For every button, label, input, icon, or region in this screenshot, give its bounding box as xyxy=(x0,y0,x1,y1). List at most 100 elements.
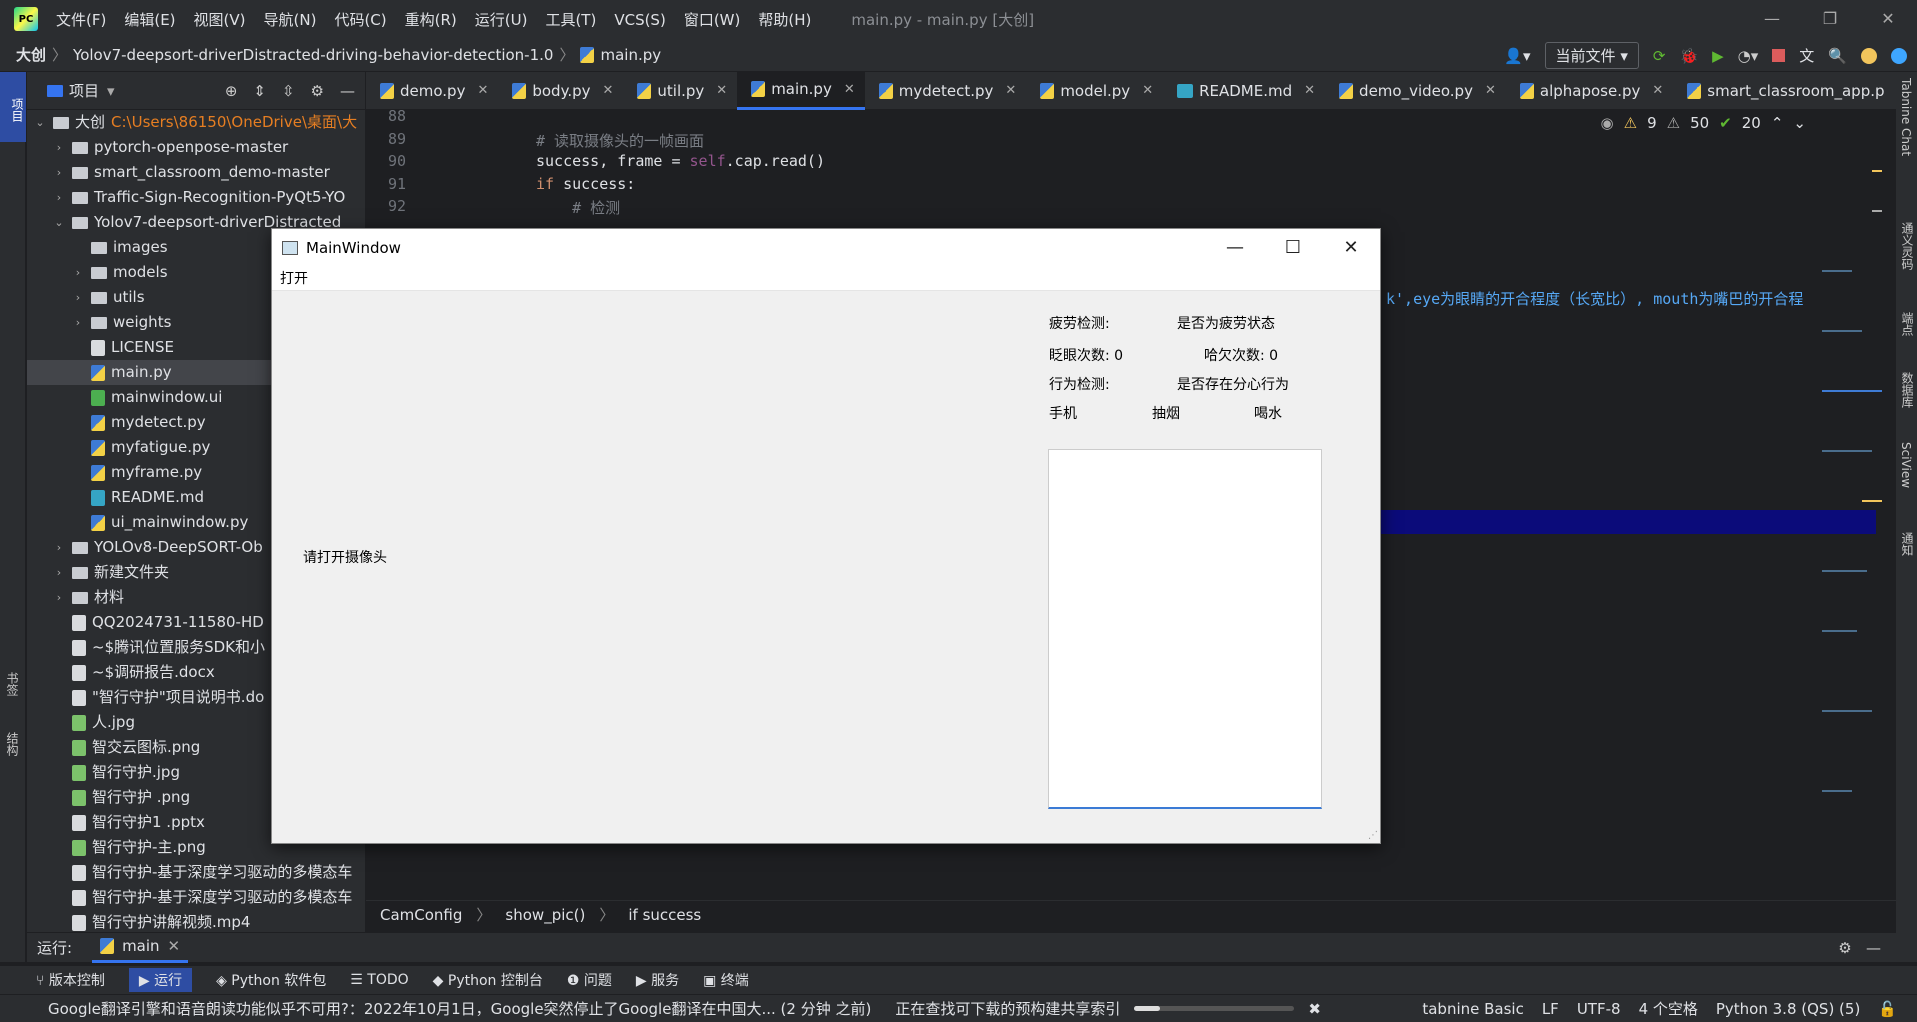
tree-item[interactable]: › Traffic-Sign-Recognition-PyQt5-YO xyxy=(27,185,365,210)
menu-item-2[interactable]: 视图(V) xyxy=(194,11,246,29)
nav-file[interactable]: main.py xyxy=(600,46,661,64)
background-task[interactable]: 正在查找可下载的预构建共享索引 xyxy=(895,998,1120,1019)
run-tab-main[interactable]: main ✕ xyxy=(92,933,189,963)
error-stripe[interactable] xyxy=(1812,150,1882,880)
minimize-icon[interactable]: — xyxy=(1206,229,1264,267)
dialog-title-bar[interactable]: MainWindow — ☐ ✕ xyxy=(272,229,1380,267)
nav-folder[interactable]: Yolov7-deepsort-driverDistracted-driving… xyxy=(73,46,553,64)
maximize-icon[interactable]: ☐ xyxy=(1264,229,1322,267)
database-button[interactable]: 数据库 xyxy=(1899,372,1916,408)
editor-tab[interactable]: model.py ✕ xyxy=(1026,72,1163,110)
inspection-widget[interactable]: ◉ ⚠ 9 ⚠ 50 ✔ 20 ⌃ ⌄ xyxy=(1601,114,1806,132)
tree-item[interactable]: › smart_classroom_demo-master xyxy=(27,160,365,185)
notifications-button[interactable]: 通知 xyxy=(1899,532,1916,556)
menu-item-0[interactable]: 文件(F) xyxy=(56,11,106,29)
chevron-right-icon[interactable]: › xyxy=(52,585,66,610)
editor-tab[interactable]: body.py ✕ xyxy=(498,72,623,110)
debug-icon[interactable]: 🐞 xyxy=(1679,47,1698,65)
endpoints-button[interactable]: 端点 xyxy=(1899,312,1916,336)
editor-tab[interactable]: util.py ✕ xyxy=(623,72,737,110)
tree-item[interactable]: ⌄ 大创 C:\Users\86150\OneDrive\桌面\大 xyxy=(27,110,365,135)
chevron-right-icon[interactable]: › xyxy=(71,260,85,285)
menu-item-6[interactable]: 运行(U) xyxy=(475,11,528,29)
bookmarks-tool-button[interactable]: 书签 xyxy=(4,672,21,696)
chevron-right-icon[interactable]: › xyxy=(52,135,66,160)
reader-mode-icon[interactable]: ◉ xyxy=(1601,114,1614,132)
close-tab-icon[interactable]: ✕ xyxy=(1652,83,1663,98)
menu-item-1[interactable]: 编辑(E) xyxy=(124,11,175,29)
line-separator[interactable]: LF xyxy=(1542,1000,1559,1018)
editor-tab[interactable]: README.md ✕ xyxy=(1163,72,1325,110)
tree-item[interactable]: 智行守护-基于深度学习驱动的多模态车 xyxy=(27,860,365,885)
editor-tab[interactable]: smart_classroom_app.p✕ xyxy=(1673,72,1917,110)
tool-tab-vcs[interactable]: ⑂ 版本控制 xyxy=(36,970,105,990)
tool-tab-console[interactable]: ◆ Python 控制台 xyxy=(433,970,543,990)
locate-icon[interactable]: ⊕ xyxy=(225,82,238,100)
close-tab-icon[interactable]: ✕ xyxy=(168,937,181,955)
close-icon[interactable]: ✕ xyxy=(1859,0,1917,38)
chevron-right-icon[interactable]: › xyxy=(71,310,85,335)
editor-tab[interactable]: alphapose.py ✕ xyxy=(1506,72,1673,110)
tool-tab-run[interactable]: ▶ 运行 xyxy=(128,968,193,992)
tool-tab-terminal[interactable]: ▣ 终端 xyxy=(703,970,749,990)
editor-tab[interactable]: mydetect.py ✕ xyxy=(865,72,1027,110)
hide-icon[interactable]: — xyxy=(340,82,355,100)
next-highlight-icon[interactable]: ⌄ xyxy=(1793,114,1806,132)
sciview-button[interactable]: SciView xyxy=(1899,442,1913,488)
chevron-right-icon[interactable]: › xyxy=(71,285,85,310)
tree-item[interactable]: 智行守护-基于深度学习驱动的多模态车 xyxy=(27,885,365,910)
close-tab-icon[interactable]: ✕ xyxy=(1304,83,1315,98)
minimize-icon[interactable]: — xyxy=(1743,0,1801,38)
run-config-select[interactable]: 当前文件 ▾ xyxy=(1544,42,1639,69)
translate-icon[interactable]: 文 xyxy=(1799,45,1814,66)
status-message[interactable]: Google翻译引擎和语音朗读功能似乎不可用?：2022年10月1日，Googl… xyxy=(48,998,871,1019)
expand-all-icon[interactable]: ⇕ xyxy=(253,82,266,100)
user-icon[interactable]: 👤▾ xyxy=(1504,47,1530,65)
gear-icon[interactable]: ⚙ — xyxy=(1838,939,1881,957)
update-icon[interactable] xyxy=(1861,47,1877,64)
breadcrumb-class[interactable]: CamConfig xyxy=(380,906,462,924)
close-tab-icon[interactable]: ✕ xyxy=(1485,83,1496,98)
menu-item-3[interactable]: 导航(N) xyxy=(264,11,317,29)
menu-item-8[interactable]: VCS(S) xyxy=(614,11,665,29)
tree-item[interactable]: › pytorch-openpose-master xyxy=(27,135,365,160)
editor-tab[interactable]: demo.py ✕ xyxy=(366,72,498,110)
detection-log-list[interactable] xyxy=(1048,449,1322,809)
menu-item-5[interactable]: 重构(R) xyxy=(405,11,457,29)
chevron-right-icon[interactable]: › xyxy=(52,160,66,185)
collapse-all-icon[interactable]: ⇳ xyxy=(282,82,295,100)
project-tool-button[interactable]: 项目 xyxy=(0,72,26,142)
interpreter[interactable]: Python 3.8 (QS) (5) xyxy=(1716,1000,1860,1018)
close-icon[interactable]: ✕ xyxy=(1322,229,1380,267)
menu-item-7[interactable]: 工具(T) xyxy=(545,11,596,29)
close-tab-icon[interactable]: ✕ xyxy=(1142,83,1153,98)
chevron-down-icon[interactable]: ⌄ xyxy=(33,110,47,135)
menu-item-4[interactable]: 代码(C) xyxy=(334,11,386,29)
menu-open[interactable]: 打开 xyxy=(280,271,308,287)
cancel-task-icon[interactable]: ✖ xyxy=(1308,1000,1321,1018)
close-tab-icon[interactable]: ✕ xyxy=(844,82,855,97)
structure-tool-button[interactable]: 结构 xyxy=(4,732,21,756)
nav-project[interactable]: 大创 xyxy=(16,44,46,65)
chevron-right-icon[interactable]: › xyxy=(52,185,66,210)
tool-tab-services[interactable]: ▶ 服务 xyxy=(636,970,679,990)
search-icon[interactable]: 🔍 xyxy=(1828,47,1847,65)
close-tab-icon[interactable]: ✕ xyxy=(602,83,613,98)
editor-tab[interactable]: demo_video.py ✕ xyxy=(1325,72,1506,110)
restore-icon[interactable]: ❐ xyxy=(1801,0,1859,38)
file-encoding[interactable]: UTF-8 xyxy=(1577,1000,1621,1018)
close-tab-icon[interactable]: ✕ xyxy=(716,83,727,98)
tabnine-status[interactable]: tabnine Basic xyxy=(1422,1000,1523,1018)
breadcrumb-method[interactable]: show_pic() xyxy=(505,906,585,924)
prev-highlight-icon[interactable]: ⌃ xyxy=(1771,114,1784,132)
chevron-down-icon[interactable]: ⌄ xyxy=(52,210,66,235)
editor-tab[interactable]: main.py ✕ xyxy=(737,71,865,110)
menu-item-10[interactable]: 帮助(H) xyxy=(758,11,811,29)
stop-icon[interactable] xyxy=(1772,49,1786,62)
tree-item[interactable]: 智行守护讲解视频.mp4 xyxy=(27,910,365,932)
resize-grip-icon[interactable]: ⋰ xyxy=(1368,830,1378,841)
project-panel-title[interactable]: 项目 xyxy=(69,80,99,101)
tool-tab-todo[interactable]: ☰ TODO xyxy=(350,972,408,988)
tool-tab-packages[interactable]: ◈ Python 软件包 xyxy=(216,970,326,990)
tabnine-chat-button[interactable]: Tabnine Chat xyxy=(1899,78,1913,156)
